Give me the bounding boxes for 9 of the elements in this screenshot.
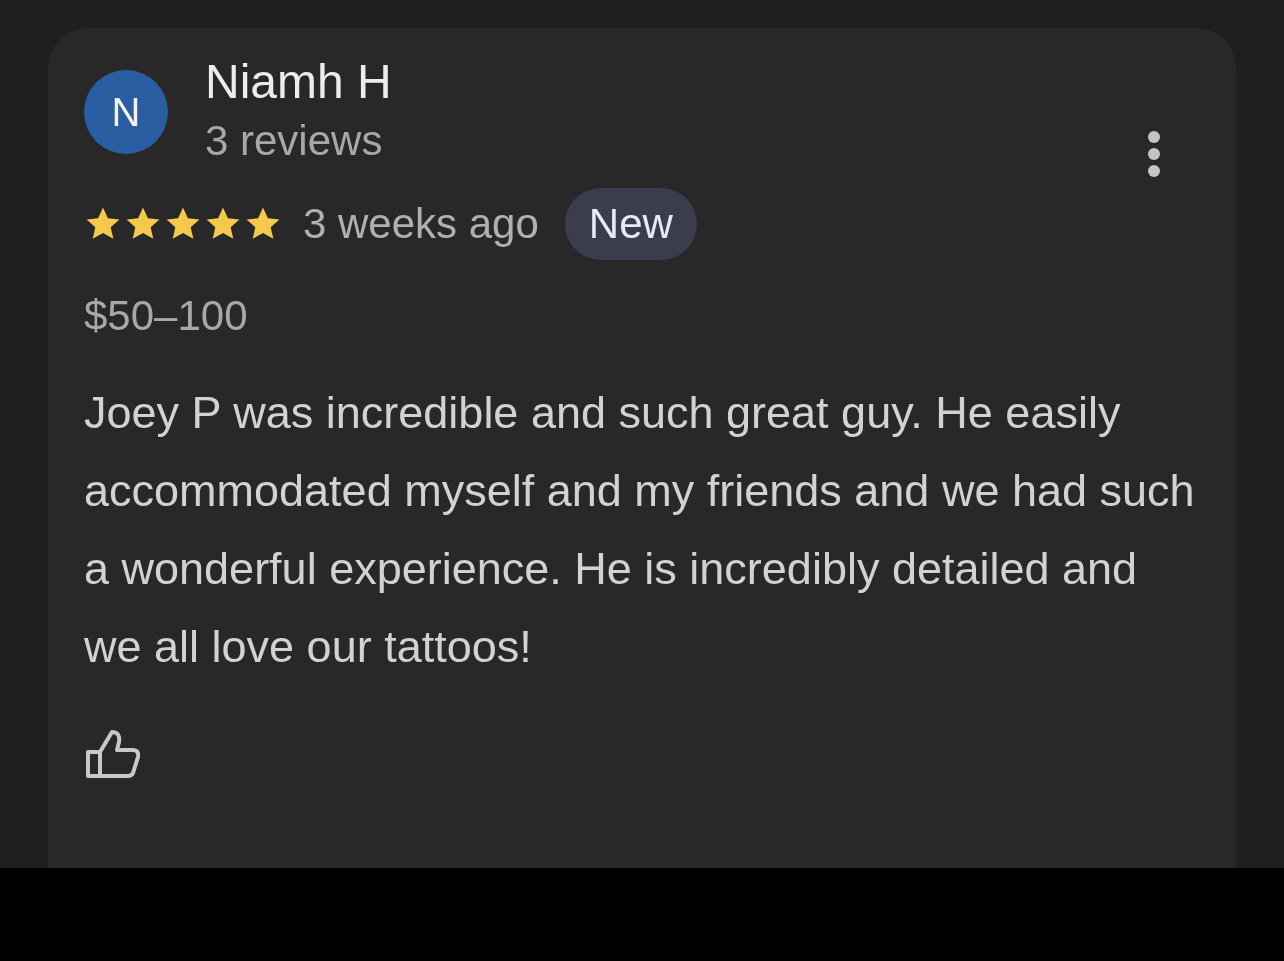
- review-count: 3 reviews: [205, 116, 384, 166]
- review-time: 3 weeks ago: [303, 200, 539, 248]
- price-range: $50–100: [84, 292, 248, 340]
- review-text: Joey P was incredible and such great guy. He easily accommodated myself and my friends and we had such a wonderful experience. He is incredibly detailed and we all love our tattoos!: [84, 386, 1196, 674]
- new-badge: New: [564, 188, 697, 260]
- author-name[interactable]: Niamh H: [205, 54, 1146, 110]
- avatar[interactable]: N: [84, 70, 168, 154]
- more-options-icon[interactable]: [1146, 130, 1162, 178]
- thumbs-up-icon[interactable]: [84, 728, 140, 780]
